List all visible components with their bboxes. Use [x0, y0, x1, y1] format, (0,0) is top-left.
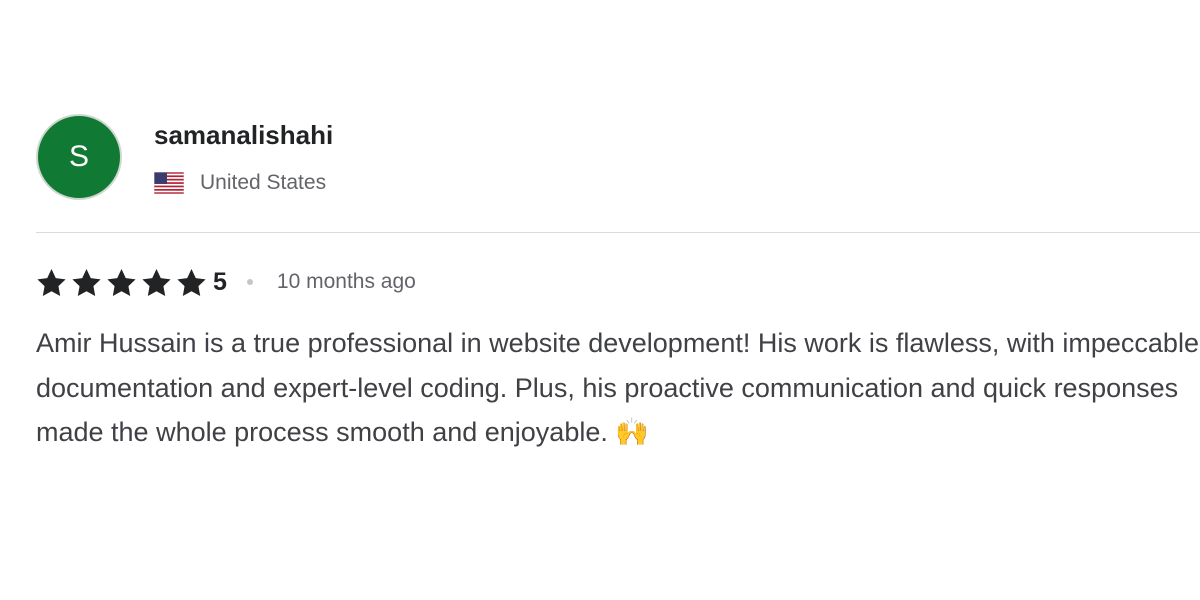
review-time: 10 months ago: [276, 270, 416, 293]
review-page: S samanalishahi United States 5 10 month…: [0, 0, 1200, 600]
rating-value: 5: [213, 267, 227, 296]
rating-row: 5 10 months ago: [36, 267, 1200, 297]
reviewer-header: S samanalishahi United States: [36, 114, 1200, 202]
us-flag-icon: [154, 172, 184, 194]
star-icon: [177, 268, 206, 296]
reviewer-country-row: United States: [154, 170, 333, 196]
divider: [36, 232, 1200, 233]
star-rating: [36, 268, 211, 297]
star-icon: [142, 268, 171, 296]
avatar[interactable]: S: [36, 114, 122, 200]
star-icon: [107, 268, 136, 296]
avatar-letter: S: [68, 140, 89, 173]
reviewer-info: samanalishahi United States: [154, 114, 333, 196]
review-text: Amir Hussain is a true professional in w…: [36, 328, 1199, 447]
reviewer-country: United States: [200, 171, 327, 194]
reviewer-username[interactable]: samanalishahi: [154, 120, 333, 150]
star-icon: [72, 268, 101, 296]
star-icon: [37, 268, 66, 296]
review-card: S samanalishahi United States 5 10 month…: [36, 114, 1200, 455]
separator-dot: [246, 279, 253, 285]
